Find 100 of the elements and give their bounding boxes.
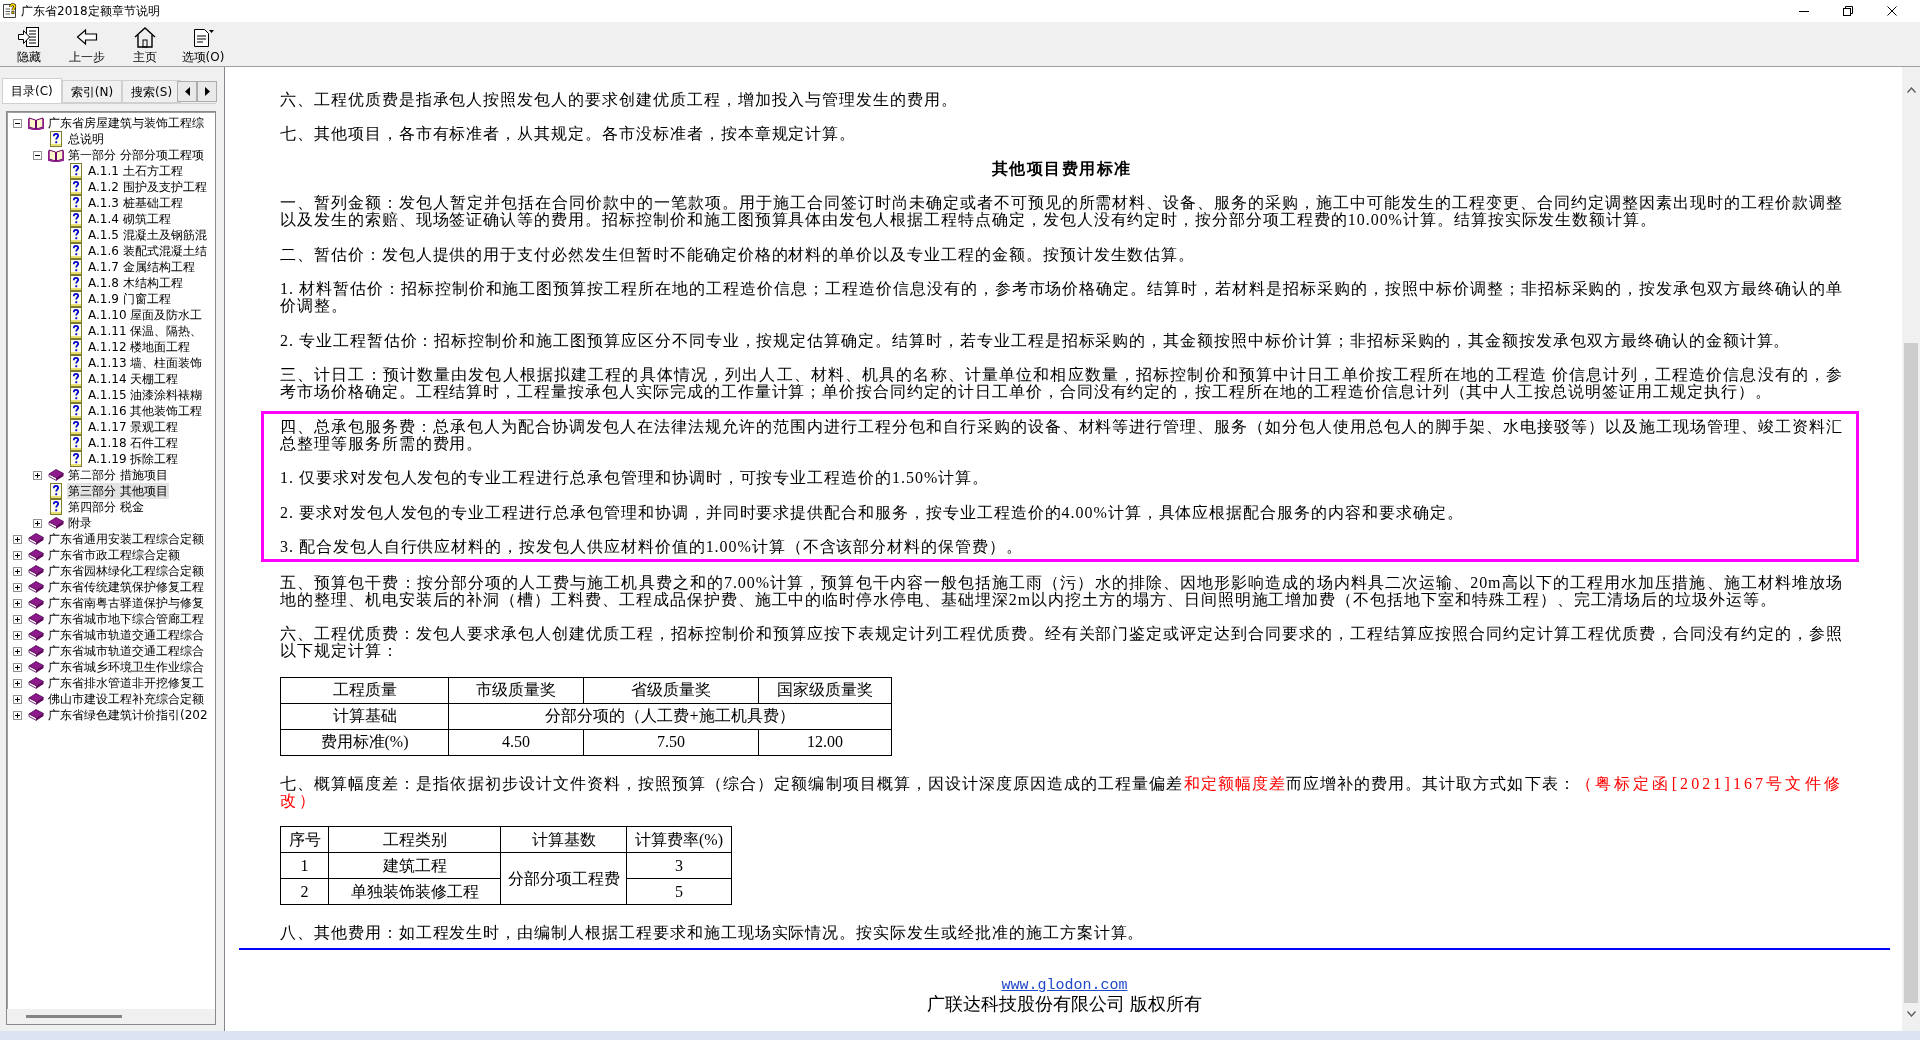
tree-item[interactable]: 广东省园林绿化工程综合定额 [47,563,205,579]
table-header-cell: 省级质量奖 [583,677,759,703]
tree-item[interactable]: 广东省排水管道非开挖修复工 [47,675,205,691]
expand-icon[interactable] [13,678,22,688]
expand-icon[interactable] [13,694,22,704]
help-page-icon [50,131,62,147]
expand-icon[interactable] [13,582,22,592]
toolbar-button[interactable]: 选项(O) [174,26,232,64]
table-header-cell: 计算基数 [500,826,627,853]
tree-item[interactable]: A.1.16 其他装饰工程 [87,403,204,419]
book-icon [28,612,44,626]
paragraph: 八、其他费用：如工程发生时，由编制人根据工程要求和施工现场实际情况。按实际发生或经批准的施工方案计算。 [280,924,1145,941]
scroll-right-button[interactable] [197,81,217,102]
table-header-cell: 计算费率(%) [626,826,732,853]
help-page-icon [70,323,82,339]
tree-item[interactable]: A.1.6 装配式混凝土结 [87,243,208,259]
tree-item[interactable]: A.1.8 木结构工程 [87,275,184,291]
help-page-icon [70,211,82,227]
expand-icon[interactable] [33,518,42,528]
tree-item[interactable]: 第二部分 措施项目 [67,467,169,483]
collapse-icon[interactable] [33,150,42,160]
tree-item[interactable]: A.1.13 墙、柱面装饰 [87,355,204,371]
expand-icon[interactable] [13,550,22,560]
tree-item[interactable]: 广东省市政工程综合定额 [47,547,181,563]
tree-item[interactable]: 广东省房屋建筑与装饰工程综 [47,115,205,131]
help-page-icon [70,275,82,291]
tree-item[interactable]: A.1.2 围护及支护工程 [87,179,208,195]
book-icon [28,644,44,658]
table-cell: 3 [626,852,732,879]
tab[interactable]: 搜索(S) [122,80,182,103]
help-page-icon [70,291,82,307]
scrollbar-thumb[interactable] [26,1015,122,1018]
table-cell: 计算基础 [280,703,449,729]
expand-icon[interactable] [13,662,22,672]
expand-icon[interactable] [13,630,22,640]
help-page-icon [70,179,82,195]
expand-icon[interactable] [13,614,22,624]
tree-item[interactable]: 附录 [67,515,93,531]
toolbar-button[interactable]: 上一步 [58,26,116,64]
table-cell: 7.50 [583,729,759,755]
tree-item[interactable]: A.1.10 屋面及防水工 [87,307,204,323]
tree-item[interactable]: 总说明 [67,131,105,147]
paragraph: 四、总承包服务费：总承包人为配合协调发包人在法律法规允许的范围内进行工程分包和自行采购的设备、材料等进行管理、服务（如分包人使用总包人的脚手架、水电接驳等）以及施工现场管理、竣工资料汇总整理等服务所需的费用。 [280,417,1843,452]
tree-item[interactable]: A.1.12 楼地面工程 [87,339,192,355]
tree-item[interactable]: A.1.17 景观工程 [87,419,180,435]
tree-item[interactable]: A.1.3 桩基础工程 [87,195,184,211]
tree-item[interactable]: 广东省城市轨道交通工程综合 [47,643,205,659]
tree-item[interactable]: 广东省通用安装工程综合定额 [47,531,205,547]
help-page-icon [70,227,82,243]
tab[interactable]: 目录(C) [2,78,62,103]
tree-item[interactable]: A.1.11 保温、隔热、 [87,323,204,339]
chevron-up-icon [1906,87,1916,93]
paragraph: 三、计日工：预计数量由发包人根据拟建工程的具体情况，列出人工、材料、机具的名称、计量单位和相应数量，招标控制价和预算中计日工单价按工程所在地的工程造 价信息计列，工程造价信息没有的，参考市场价格确定。工程结算时，工程量按承包人实际完成的工作量计算；单价按合同约定的计日工单价，合同没有约定的，按工程所在地的工程造价信息计列（其中人工按总说明签证用工规定执行）。 [280,366,1843,400]
expand-icon[interactable] [13,710,22,720]
tree-item[interactable]: 广东省城乡环境卫生作业综合 [47,659,205,675]
tree-item[interactable]: A.1.7 金属结构工程 [87,259,196,275]
tree-item[interactable]: A.1.19 拆除工程 [87,451,180,467]
book-icon [28,676,44,690]
tree-item[interactable]: A.1.9 门窗工程 [87,291,172,307]
help-page-icon [70,387,82,403]
tree-item[interactable]: A.1.5 混凝土及钢筋混 [87,227,208,243]
website-link[interactable]: www.glodon.com [1001,976,1128,995]
table-header-cell: 序号 [280,826,329,853]
help-page-icon [70,403,82,419]
window-title: 广东省2018定额章节说明 [21,3,160,19]
tree-item[interactable]: 第四部分 税金 [67,499,145,515]
help-page-icon [70,419,82,435]
tree-item[interactable]: A.1.4 砌筑工程 [87,211,172,227]
expand-icon[interactable] [13,646,22,656]
tree-item[interactable]: 广东省城市轨道交通工程综合 [47,627,205,643]
toolbar-button[interactable]: 隐藏 [0,26,58,64]
help-page-icon [70,339,82,355]
paragraph: 2. 要求对发包人发包的专业工程进行总承包管理和协调，并同时要求提供配合和服务，按专业工程造价的4.00%计算，具体应根据配合服务的内容和要求确定。 [280,503,1464,521]
tree-item[interactable]: 第一部分 分部分项工程项 [67,147,205,163]
toolbar-button[interactable]: 主页 [116,26,174,64]
tree-item[interactable]: 第三部分 其他项目 [67,483,169,499]
expand-icon[interactable] [13,566,22,576]
scrollbar-thumb[interactable] [1904,343,1918,1003]
tree-item[interactable]: 广东省传统建筑保护修复工程 [47,579,205,595]
tree-item[interactable]: A.1.1 土石方工程 [87,163,184,179]
home-icon [133,26,157,48]
tree-item[interactable]: 广东省绿色建筑计价指引(202 [47,707,209,723]
back-arrow-icon [75,26,99,48]
tree-item[interactable]: A.1.14 天棚工程 [87,371,180,387]
help-page-icon [70,163,82,179]
caret-left-icon [184,87,190,96]
help-page-icon [70,435,82,451]
book-icon [28,692,44,706]
expand-icon[interactable] [13,534,22,544]
tree-item[interactable]: A.1.18 石件工程 [87,435,180,451]
tree-item[interactable]: 广东省城市地下综合管廊工程 [47,611,205,627]
scroll-left-button[interactable] [177,81,197,102]
paragraph: 1. 仅要求对发包人发包的专业工程进行总承包管理和协调时，可按专业工程造价的1.50%计算。 [280,469,990,486]
expand-icon[interactable] [13,598,22,608]
expand-icon[interactable] [33,470,42,480]
tree-item[interactable]: 佛山市建设工程补充综合定额 [47,691,205,707]
tab[interactable]: 索引(N) [61,80,123,103]
tree-item[interactable]: A.1.15 油漆涂料裱糊 [87,387,204,403]
tree-item[interactable]: 广东省南粤古驿道保护与修复 [47,595,205,611]
collapse-icon[interactable] [13,118,22,128]
